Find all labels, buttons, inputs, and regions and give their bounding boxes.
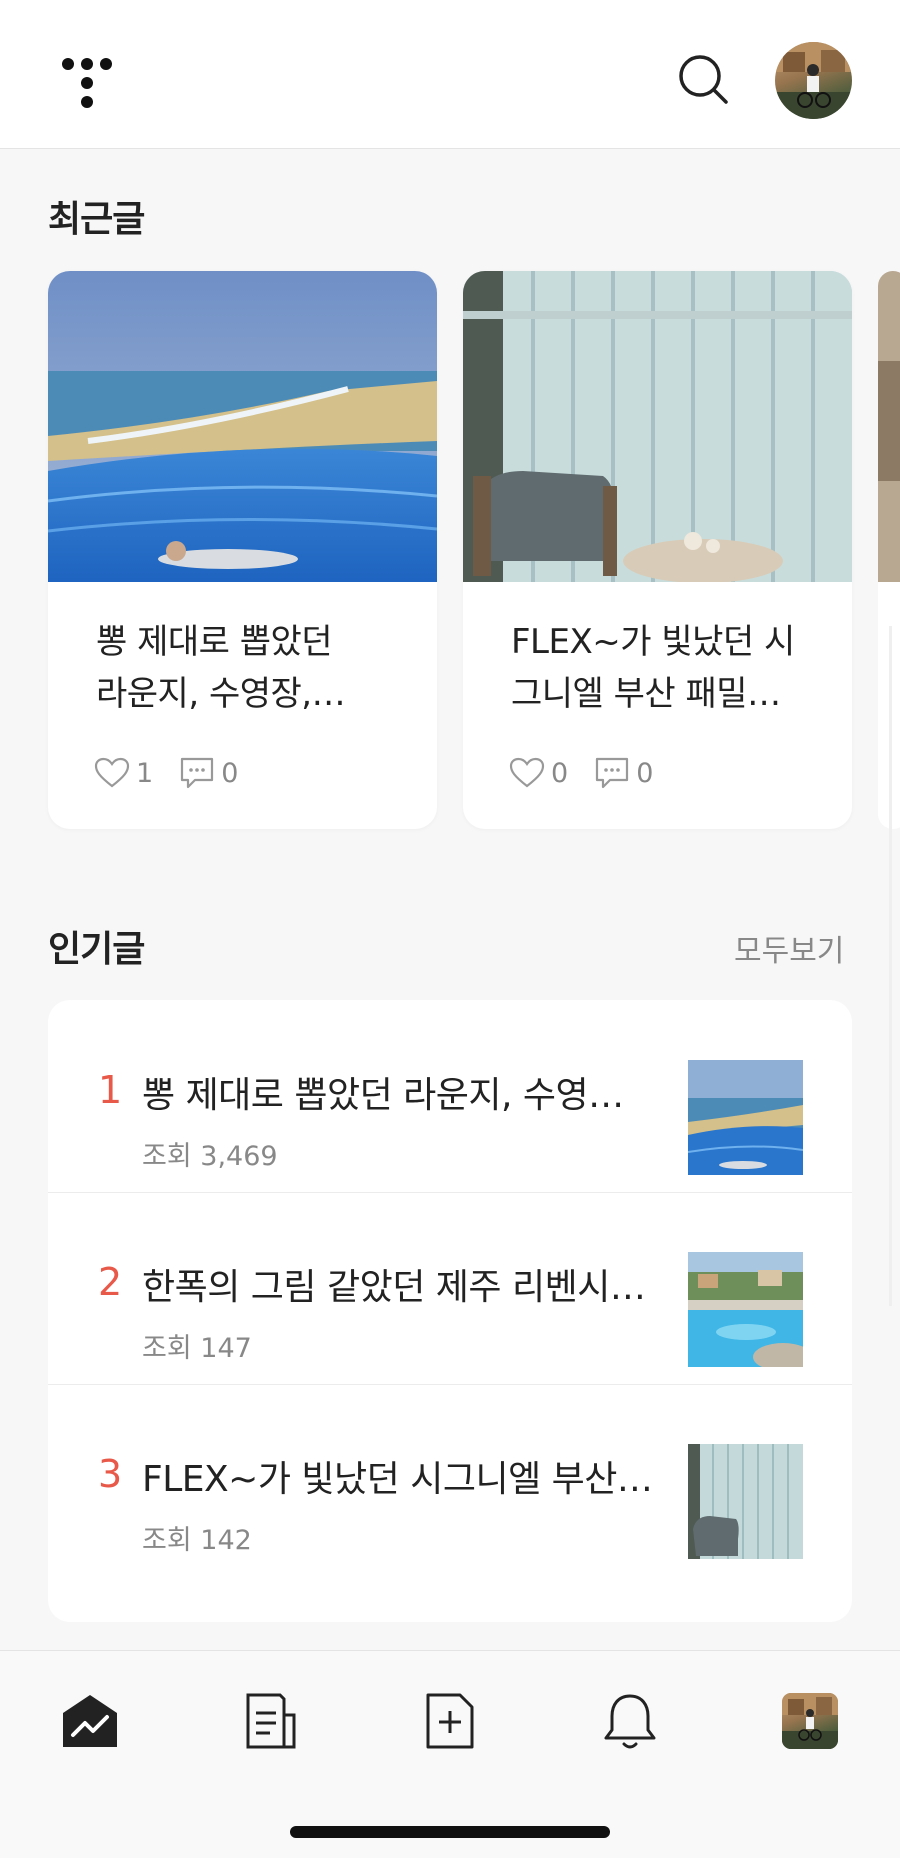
popular-list: 1 뽕 제대로 뽑았던 라운지, 수영… 조회 3,469 2 한폭의 그림 같… — [48, 1000, 852, 1622]
comment-count-value: 0 — [221, 757, 239, 789]
recent-post-card[interactable]: FLEX~가 빛났던 시 그니엘 부산 패밀… 0 0 — [463, 271, 852, 829]
comment-count-value: 0 — [636, 757, 654, 789]
view-count: 조회 142 — [142, 1525, 252, 1556]
scrollbar[interactable] — [889, 626, 892, 1306]
profile-avatar[interactable] — [775, 42, 852, 119]
like-count[interactable]: 0 — [509, 757, 568, 789]
recent-post-card[interactable]: 뽕 제대로 뽑았던 라운지, 수영장,… 1 0 — [48, 271, 437, 829]
popular-section-title: 인기글 — [48, 929, 145, 970]
popular-item[interactable]: 3 FLEX~가 빛났던 시그니엘 부산… 조회 142 — [48, 1384, 852, 1576]
view-count: 조회 3,469 — [142, 1141, 278, 1172]
recent-card-title: 뽕 제대로 뽑았던 라운지, 수영장,… — [96, 616, 396, 720]
recent-section-title: 최근글 — [48, 199, 145, 240]
like-count-value: 0 — [551, 757, 569, 789]
notification-bell-icon[interactable] — [590, 1681, 670, 1761]
rank-number: 2 — [98, 1260, 123, 1304]
infinity-pool-ocean-photo — [688, 1060, 803, 1175]
hotel-room-curtain-chair-photo — [463, 271, 852, 582]
comment-icon — [181, 757, 214, 789]
popular-item-title: 뽕 제대로 뽑았던 라운지, 수영… — [142, 1075, 624, 1116]
home-chart-icon[interactable] — [50, 1681, 130, 1761]
card-meta: 1 0 — [94, 755, 264, 791]
resort-pool-photo — [688, 1252, 803, 1367]
like-count[interactable]: 1 — [94, 757, 153, 789]
comment-icon — [596, 757, 629, 789]
view-count: 조회 147 — [142, 1333, 252, 1364]
hotel-room-curtain-chair-photo — [688, 1444, 803, 1559]
new-post-icon[interactable] — [410, 1681, 490, 1761]
popular-item-title: 한폭의 그림 같았던 제주 리벤시… — [142, 1267, 646, 1308]
tistory-logo-icon[interactable] — [58, 56, 118, 112]
comment-count[interactable]: 0 — [594, 756, 653, 790]
rank-number: 1 — [98, 1068, 123, 1112]
rank-number: 3 — [98, 1452, 123, 1496]
see-all-link[interactable]: 모두보기 — [734, 926, 844, 970]
recent-card-title-line: 그니엘 부산 패밀… — [511, 674, 781, 714]
home-indicator — [290, 1826, 610, 1838]
recent-card-title-line: FLEX~가 빛났던 시 — [511, 622, 795, 662]
top-bar — [0, 0, 900, 149]
popular-item-title: FLEX~가 빛났던 시그니엘 부산… — [142, 1459, 653, 1500]
infinity-pool-ocean-photo — [48, 271, 437, 582]
card-meta: 0 0 — [509, 755, 679, 791]
comment-count[interactable]: 0 — [179, 756, 238, 790]
profile-avatar[interactable] — [770, 1681, 850, 1761]
popular-item[interactable]: 2 한폭의 그림 같았던 제주 리벤시… 조회 147 — [48, 1192, 852, 1385]
popular-item[interactable]: 1 뽕 제대로 뽑았던 라운지, 수영… 조회 3,469 — [48, 1000, 852, 1193]
posts-icon[interactable] — [230, 1681, 310, 1761]
like-count-value: 1 — [136, 757, 154, 789]
recent-card-title: FLEX~가 빛났던 시 그니엘 부산 패밀… — [511, 616, 811, 720]
recent-card-title-line: 라운지, 수영장,… — [96, 674, 346, 714]
heart-icon — [94, 757, 130, 788]
search-icon[interactable] — [676, 52, 732, 108]
heart-icon — [509, 757, 545, 788]
nav-avatar-image — [782, 1693, 838, 1749]
recent-card-title-line: 뽕 제대로 뽑았던 — [96, 622, 333, 662]
